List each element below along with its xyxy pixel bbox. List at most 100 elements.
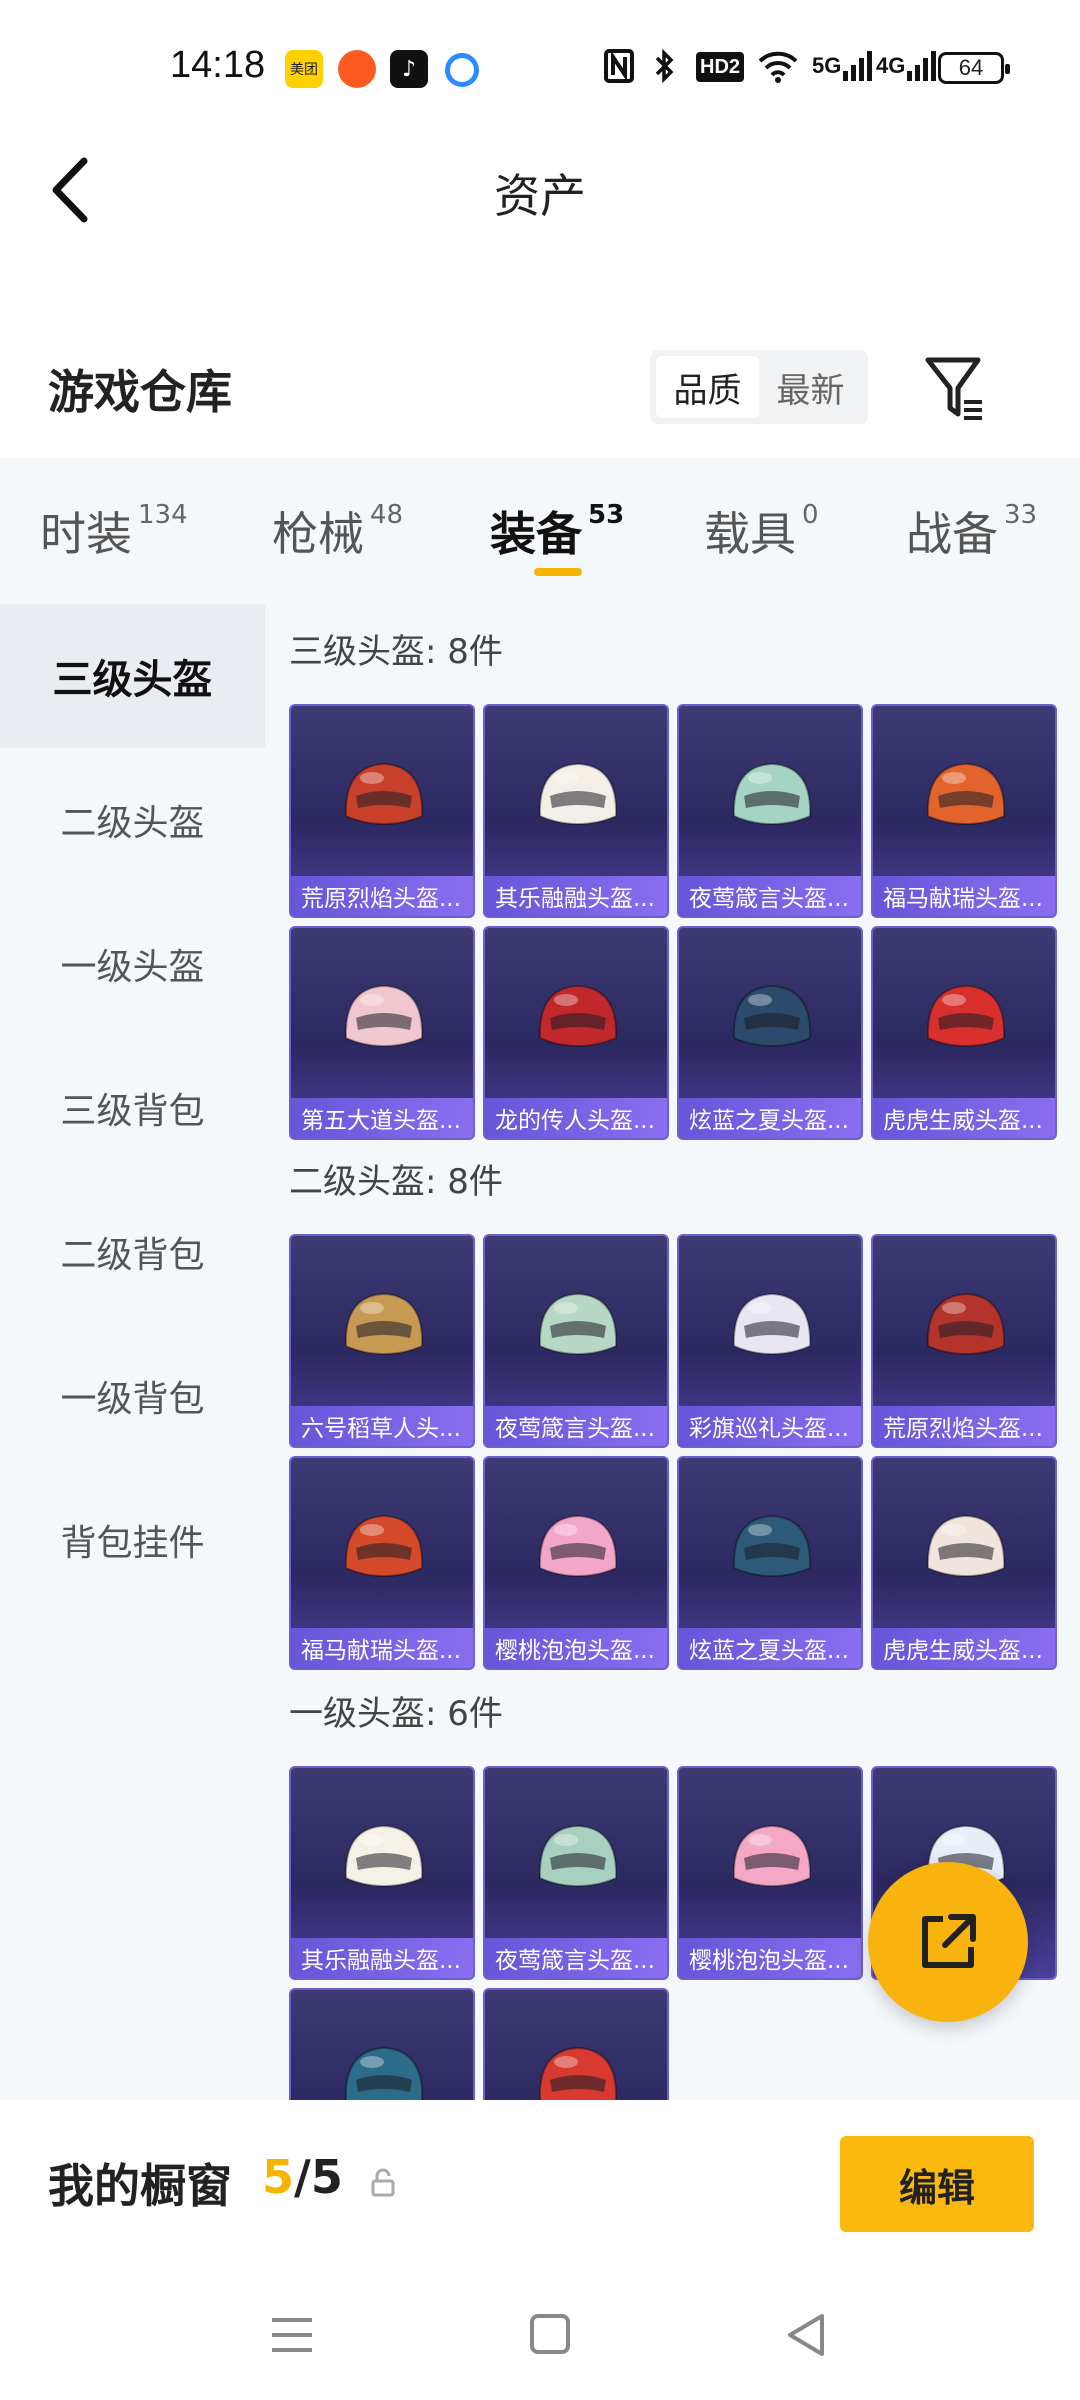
item-name: 夜莺箴言头盔...: [485, 1406, 667, 1446]
subcategory-sidebar: 三级头盔 二级头盔 一级头盔 三级背包 二级背包 一级背包 背包挂件: [0, 604, 265, 2100]
item-card[interactable]: 樱桃泡泡头盔...: [483, 1456, 669, 1670]
section-title: 一级头盔: 6件: [289, 1694, 503, 1734]
item-name: 夜莺箴言头盔...: [485, 1938, 667, 1978]
shopping-app-icon: [338, 50, 376, 88]
helmet-icon: [926, 1292, 1006, 1356]
item-card[interactable]: 福马献瑞头盔...: [871, 704, 1057, 918]
item-card[interactable]: 樱桃泡泡头盔...: [677, 1766, 863, 1980]
status-time: 14:18: [170, 44, 266, 86]
helmet-icon: [344, 2046, 424, 2100]
sort-toggle: 品质 最新: [650, 350, 868, 424]
item-card[interactable]: 福马献瑞头盔...: [289, 1456, 475, 1670]
helmet-icon: [538, 1292, 618, 1356]
tab-count: 48: [370, 500, 404, 530]
helmet-icon: [732, 1292, 812, 1356]
item-name: 彩旗巡礼头盔...: [679, 1406, 861, 1446]
edit-button[interactable]: 编辑: [840, 2136, 1034, 2232]
filter-button[interactable]: [920, 350, 990, 426]
helmet-icon: [344, 1824, 424, 1888]
tab-costume[interactable]: 时装 134: [40, 498, 188, 564]
section-title: 三级头盔: 8件: [289, 632, 503, 672]
item-name: 其乐融融头盔...: [485, 876, 667, 916]
tab-count: 33: [1004, 500, 1038, 530]
item-name: 樱桃泡泡头盔...: [485, 1628, 667, 1668]
showcase-count: 5/5: [262, 2150, 343, 2204]
4g-label: 4G: [876, 53, 906, 78]
item-card[interactable]: 夜莺箴言头盔...: [483, 1766, 669, 1980]
share-button[interactable]: [868, 1862, 1028, 2022]
item-name: 炫蓝之夏头盔...: [679, 1098, 861, 1138]
item-card[interactable]: 荒原烈焰头盔...: [289, 704, 475, 918]
tab-label: 载具: [704, 507, 796, 561]
4g-signal-icon: 4G: [876, 46, 939, 86]
item-name: 炫蓝之夏头盔...: [679, 1628, 861, 1668]
page-title: 资产: [494, 169, 586, 223]
home-icon[interactable]: [520, 2310, 580, 2360]
item-name: 夜莺箴言头盔...: [679, 876, 861, 916]
tab-count: 53: [588, 500, 625, 530]
share-icon: [922, 1914, 976, 1968]
helmet-icon: [344, 984, 424, 1048]
item-name: 龙的传人头盔...: [485, 1098, 667, 1138]
helmet-icon: [732, 1824, 812, 1888]
helmet-icon: [538, 1514, 618, 1578]
showcase-label: 我的橱窗: [48, 2159, 232, 2213]
5g-signal-icon: 5G: [812, 46, 875, 86]
tab-label: 战备: [906, 507, 998, 561]
item-card[interactable]: 虎虎生威头盔...: [871, 1456, 1057, 1670]
item-card[interactable]: 六号稻草人头...: [289, 1234, 475, 1448]
tab-weapons[interactable]: 枪械 48: [272, 498, 403, 564]
status-bar: 14:18 美团 ♪ HD2 5G 4G 64: [0, 0, 1080, 135]
search-app-icon: [445, 53, 479, 87]
item-name: 虎虎生威头盔...: [873, 1628, 1055, 1668]
item-card[interactable]: 第五大道头盔...: [289, 926, 475, 1140]
sort-by-newest[interactable]: 最新: [759, 356, 862, 418]
item-card[interactable]: [289, 1988, 475, 2100]
item-name: 荒原烈焰头盔...: [873, 1406, 1055, 1446]
sidebar-item-level1-helmet[interactable]: 一级头盔: [0, 892, 265, 1036]
item-card[interactable]: 夜莺箴言头盔...: [483, 1234, 669, 1448]
5g-label: 5G: [812, 53, 842, 78]
hd-icon: HD2: [696, 52, 745, 82]
item-card[interactable]: 其乐融融头盔...: [289, 1766, 475, 1980]
item-card[interactable]: 夜莺箴言头盔...: [677, 704, 863, 918]
item-card[interactable]: 虎虎生威头盔...: [871, 926, 1057, 1140]
item-name: 樱桃泡泡头盔...: [679, 1938, 861, 1978]
tab-vehicles[interactable]: 载具 0: [704, 498, 819, 564]
sidebar-item-level2-helmet[interactable]: 二级头盔: [0, 748, 265, 892]
helmet-icon: [538, 1824, 618, 1888]
meituan-app-icon: 美团: [285, 50, 323, 88]
bluetooth-icon: [654, 46, 676, 86]
category-tabs: 时装 134 枪械 48 装备 53 载具 0 战备 33: [0, 458, 1080, 604]
sidebar-item-level3-helmet[interactable]: 三级头盔: [0, 604, 265, 748]
item-card[interactable]: 炫蓝之夏头盔...: [677, 1456, 863, 1670]
item-card[interactable]: 彩旗巡礼头盔...: [677, 1234, 863, 1448]
item-card[interactable]: [483, 1988, 669, 2100]
item-card[interactable]: 荒原烈焰头盔...: [871, 1234, 1057, 1448]
sidebar-item-level1-backpack[interactable]: 一级背包: [0, 1324, 265, 1468]
helmet-icon: [344, 762, 424, 826]
helmet-icon: [344, 1514, 424, 1578]
item-name: 福马献瑞头盔...: [873, 876, 1055, 916]
menu-icon[interactable]: [262, 2310, 322, 2360]
sidebar-item-level3-backpack[interactable]: 三级背包: [0, 1036, 265, 1180]
item-card[interactable]: 炫蓝之夏头盔...: [677, 926, 863, 1140]
item-card[interactable]: 龙的传人头盔...: [483, 926, 669, 1140]
sort-by-quality[interactable]: 品质: [656, 356, 759, 418]
helmet-icon: [538, 2046, 618, 2100]
helmet-icon: [732, 762, 812, 826]
item-name: 其乐融融头盔...: [291, 1938, 473, 1978]
tab-supplies[interactable]: 战备 33: [906, 498, 1037, 564]
tab-label: 装备: [490, 507, 582, 561]
sidebar-item-level2-backpack[interactable]: 二级背包: [0, 1180, 265, 1324]
helmet-icon: [926, 762, 1006, 826]
item-name: 第五大道头盔...: [291, 1098, 473, 1138]
active-tab-indicator: [534, 568, 582, 576]
sidebar-item-backpack-charm[interactable]: 背包挂件: [0, 1468, 265, 1612]
showcase-separator: /: [294, 2150, 311, 2204]
system-nav-bar: [0, 2270, 1080, 2400]
back-nav-icon[interactable]: [778, 2310, 838, 2360]
item-card[interactable]: 其乐融融头盔...: [483, 704, 669, 918]
tab-equipment[interactable]: 装备 53: [490, 498, 624, 564]
helmet-icon: [538, 762, 618, 826]
